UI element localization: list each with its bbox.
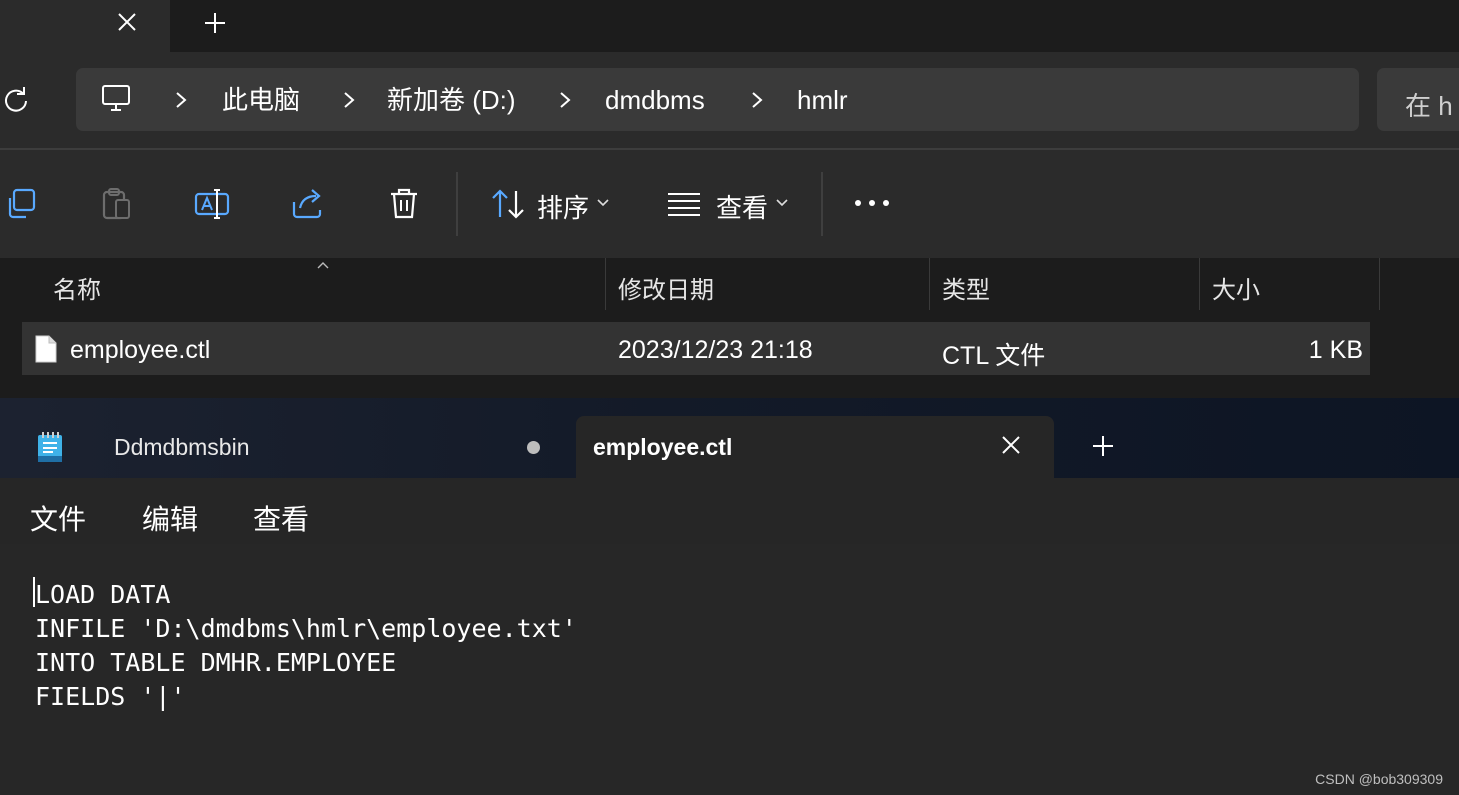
rename-icon[interactable]	[192, 184, 232, 224]
file-icon	[34, 334, 58, 364]
unsaved-dot-icon	[527, 441, 540, 454]
tab-label[interactable]: employee.ctl	[593, 434, 732, 461]
notepad-app-icon	[36, 430, 64, 464]
tab-label[interactable]: Ddmdbmsbin	[114, 434, 250, 461]
search-placeholder: 在 h	[1405, 91, 1453, 121]
breadcrumb-dmdbms[interactable]: dmdbms	[605, 86, 705, 114]
file-size: 1 KB	[1308, 336, 1363, 364]
menu-file[interactable]: 文件	[30, 498, 86, 538]
menu-bar: 文件 编辑 查看	[0, 478, 1459, 544]
chevron-right-icon[interactable]	[554, 88, 576, 112]
column-header-type[interactable]: 类型	[942, 270, 990, 305]
menu-view[interactable]: 查看	[253, 498, 309, 538]
refresh-icon[interactable]	[0, 84, 34, 118]
more-options-icon[interactable]	[852, 186, 892, 222]
breadcrumb-drive-d[interactable]: 新加卷 (D:)	[387, 86, 516, 114]
editor-content[interactable]: LOAD DATA INFILE 'D:\dmdbms\hmlr\employe…	[35, 578, 577, 714]
command-bar: 排序 查看	[0, 150, 1459, 258]
column-header-modified[interactable]: 修改日期	[618, 270, 714, 305]
copy-icon[interactable]	[2, 184, 42, 224]
view-button-label[interactable]: 查看	[716, 188, 768, 225]
chevron-right-icon[interactable]	[746, 88, 768, 112]
monitor-icon[interactable]	[100, 82, 132, 114]
share-icon[interactable]	[288, 184, 328, 224]
explorer-tab-current[interactable]	[0, 0, 170, 52]
view-menu-icon[interactable]	[664, 184, 704, 224]
search-input[interactable]: 在 h	[1377, 68, 1459, 131]
close-icon[interactable]	[114, 9, 140, 35]
watermark: CSDN @bob309309	[1315, 771, 1443, 787]
column-header-name[interactable]: 名称	[53, 270, 101, 305]
column-divider[interactable]	[605, 258, 606, 310]
column-divider[interactable]	[1199, 258, 1200, 310]
column-divider[interactable]	[1379, 258, 1380, 310]
text-editor[interactable]: LOAD DATA INFILE 'D:\dmdbms\hmlr\employe…	[0, 544, 1459, 795]
tab-employee-ctl[interactable]: employee.ctl	[576, 416, 1054, 478]
menu-edit[interactable]: 编辑	[142, 498, 198, 538]
chevron-down-icon[interactable]	[596, 196, 610, 210]
column-divider[interactable]	[929, 258, 930, 310]
sort-icon[interactable]	[488, 184, 528, 224]
chevron-right-icon[interactable]	[338, 88, 360, 112]
text-caret	[33, 577, 35, 607]
breadcrumb-hmlr[interactable]: hmlr	[797, 86, 848, 114]
close-icon[interactable]	[1000, 434, 1022, 456]
toolbar-divider	[456, 172, 458, 236]
toolbar-divider	[821, 172, 823, 236]
file-name[interactable]: employee.ctl	[70, 336, 210, 365]
chevron-down-icon[interactable]	[775, 196, 789, 210]
chevron-right-icon[interactable]	[170, 88, 192, 112]
file-modified: 2023/12/23 21:18	[618, 336, 813, 364]
new-tab-plus-icon[interactable]	[1091, 434, 1115, 458]
address-bar[interactable]: 此电脑 新加卷 (D:) dmdbms hmlr	[76, 68, 1359, 131]
paste-icon[interactable]	[96, 184, 136, 224]
tab-ddmdbmsbin[interactable]: Ddmdbmsbin	[0, 416, 572, 478]
table-row[interactable]: employee.ctl 2023/12/23 21:18 CTL 文件 1 K…	[22, 322, 1370, 375]
sort-ascending-indicator-icon	[316, 260, 330, 270]
sort-button-label[interactable]: 排序	[537, 188, 589, 225]
new-tab-plus-icon[interactable]	[202, 10, 228, 36]
delete-icon[interactable]	[384, 184, 424, 224]
breadcrumb-this-pc[interactable]: 此电脑	[222, 86, 300, 114]
column-header-size[interactable]: 大小	[1212, 270, 1260, 305]
file-type: CTL 文件	[942, 342, 1046, 370]
